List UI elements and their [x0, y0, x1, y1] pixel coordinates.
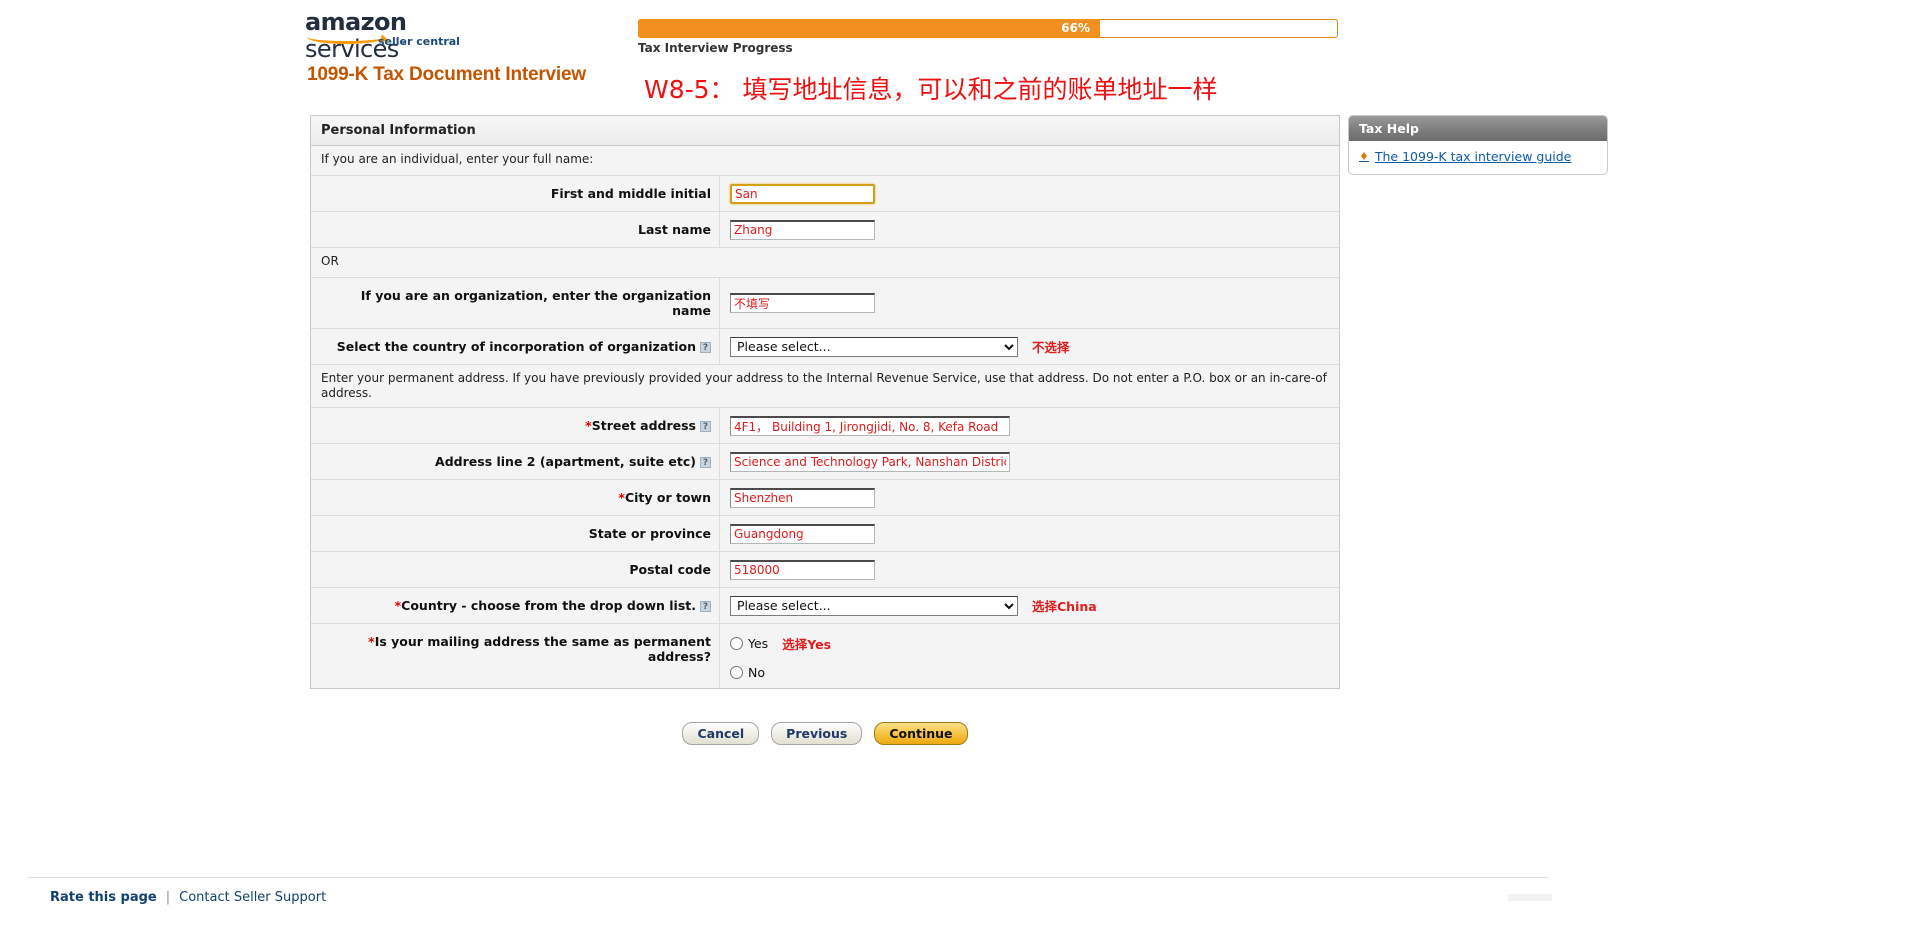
row-mailing-same: *Is your mailing address the same as per…: [311, 624, 1339, 688]
help-icon[interactable]: ?: [700, 421, 711, 432]
cancel-button[interactable]: Cancel: [682, 722, 760, 745]
row-state: State or province: [311, 516, 1339, 552]
permanent-address-note-row: Enter your permanent address. If you hav…: [311, 365, 1339, 408]
tax-help-panel: Tax Help ♦ The 1099-K tax interview guid…: [1348, 115, 1608, 175]
label-first-name: First and middle initial: [311, 176, 720, 211]
rate-this-page-link[interactable]: Rate this page: [50, 890, 157, 905]
label-mailing-same: *Is your mailing address the same as per…: [311, 624, 720, 688]
field-postal-code: [720, 552, 1339, 587]
label-street-address: *Street address?: [311, 408, 720, 443]
footer-artifact: [1508, 894, 1552, 901]
footer-divider: [28, 877, 1548, 878]
street-address-input[interactable]: [730, 415, 1010, 436]
label-postal-code: Postal code: [311, 552, 720, 587]
label-country-text: Country - choose from the drop down list…: [401, 598, 696, 613]
postal-code-input[interactable]: [730, 559, 875, 580]
individual-intro-row: If you are an individual, enter your ful…: [311, 146, 1339, 176]
page-title: 1099-K Tax Document Interview: [307, 64, 586, 85]
radio-label-no: No: [748, 665, 765, 680]
row-postal-code: Postal code: [311, 552, 1339, 588]
organization-name-input[interactable]: [730, 293, 875, 313]
footer: Rate this page | Contact Seller Support: [50, 890, 326, 905]
city-input[interactable]: [730, 487, 875, 508]
label-address-line-2: Address line 2 (apartment, suite etc)?: [311, 444, 720, 479]
row-country: *Country - choose from the drop down lis…: [311, 588, 1339, 624]
footer-separator: |: [165, 890, 171, 905]
help-icon[interactable]: ?: [700, 601, 711, 612]
label-country: *Country - choose from the drop down lis…: [311, 588, 720, 623]
logo-seller-central-text: seller central: [378, 35, 460, 48]
label-mailing-same-text: Is your mailing address the same as perm…: [374, 634, 711, 664]
label-city-text: City or town: [624, 490, 711, 505]
form-action-buttons: Cancel Previous Continue: [310, 722, 1340, 745]
radio-mailing-same-yes[interactable]: Yes 选择Yes: [730, 634, 831, 653]
annotation-country-of-incorporation: 不选择: [1032, 340, 1070, 355]
row-street-address: *Street address?: [311, 408, 1339, 444]
progress-caption: Tax Interview Progress: [638, 41, 793, 55]
blank-overlay-region: [1552, 808, 1919, 912]
label-country-of-incorporation: Select the country of incorporation of o…: [311, 329, 720, 364]
row-first-name: First and middle initial: [311, 176, 1339, 212]
field-country-of-incorporation: Please select... 不选择: [720, 329, 1339, 364]
tax-help-link-label: The 1099-K tax interview guide: [1374, 149, 1572, 164]
or-divider-row: OR: [311, 248, 1339, 278]
row-address-line-2: Address line 2 (apartment, suite etc)?: [311, 444, 1339, 480]
first-name-input[interactable]: [730, 183, 875, 204]
radio-input-yes[interactable]: [730, 637, 743, 650]
label-street-address-text: Street address: [591, 418, 696, 433]
form-section-title: Personal Information: [311, 116, 1339, 146]
permanent-address-note: Enter your permanent address. If you hav…: [321, 371, 1327, 400]
radio-mailing-same-no[interactable]: No: [730, 665, 765, 680]
label-organization-name: If you are an organization, enter the or…: [311, 278, 720, 328]
label-last-name: Last name: [311, 212, 720, 247]
help-icon[interactable]: ?: [700, 457, 711, 468]
label-state: State or province: [311, 516, 720, 551]
tax-help-body: ♦ The 1099-K tax interview guide: [1349, 141, 1607, 174]
row-last-name: Last name: [311, 212, 1339, 248]
country-select[interactable]: Please select...: [730, 595, 1018, 616]
radio-label-yes: Yes: [748, 636, 769, 651]
label-country-of-incorporation-text: Select the country of incorporation of o…: [336, 339, 696, 354]
personal-information-form: Personal Information If you are an indiv…: [310, 115, 1340, 689]
individual-intro-text: If you are an individual, enter your ful…: [321, 152, 594, 166]
or-text: OR: [321, 254, 339, 268]
label-city: *City or town: [311, 480, 720, 515]
row-city: *City or town: [311, 480, 1339, 516]
contact-seller-support-link[interactable]: Contact Seller Support: [179, 890, 326, 905]
annotation-mailing-same: 选择Yes: [782, 637, 832, 652]
diamond-bullet-icon: ♦: [1359, 150, 1369, 163]
continue-button[interactable]: Continue: [874, 722, 968, 745]
row-country-of-incorporation: Select the country of incorporation of o…: [311, 329, 1339, 365]
tax-help-link[interactable]: ♦ The 1099-K tax interview guide: [1359, 149, 1597, 164]
field-last-name: [720, 212, 1339, 247]
tax-help-title: Tax Help: [1349, 116, 1607, 141]
tax-interview-progress-bar: 66%: [638, 19, 1338, 38]
previous-button[interactable]: Previous: [771, 722, 863, 745]
amazon-smile-icon: [307, 30, 385, 44]
country-of-incorporation-select[interactable]: Please select...: [730, 336, 1018, 357]
field-mailing-same: Yes 选择Yes No: [720, 624, 1339, 688]
field-organization-name: [720, 278, 1339, 328]
field-state: [720, 516, 1339, 551]
amazon-services-logo[interactable]: amazon services™ seller central: [305, 10, 475, 61]
field-first-name: [720, 176, 1339, 211]
state-input[interactable]: [730, 523, 875, 544]
address-line-2-input[interactable]: [730, 451, 1010, 472]
page-root: amazon services™ seller central 1099-K T…: [0, 0, 1919, 945]
progress-fill: 66%: [638, 19, 1100, 38]
field-address-line-2: [720, 444, 1339, 479]
field-city: [720, 480, 1339, 515]
row-organization-name: If you are an organization, enter the or…: [311, 278, 1339, 329]
help-icon[interactable]: ?: [700, 342, 711, 353]
field-street-address: [720, 408, 1339, 443]
field-country: Please select... 选择China: [720, 588, 1339, 623]
label-address-line-2-text: Address line 2 (apartment, suite etc): [435, 454, 696, 469]
annotation-country: 选择China: [1032, 599, 1097, 614]
radio-input-no[interactable]: [730, 666, 743, 679]
annotation-step-note: W8-5： 填写地址信息，可以和之前的账单地址一样: [644, 75, 1218, 104]
last-name-input[interactable]: [730, 219, 875, 240]
